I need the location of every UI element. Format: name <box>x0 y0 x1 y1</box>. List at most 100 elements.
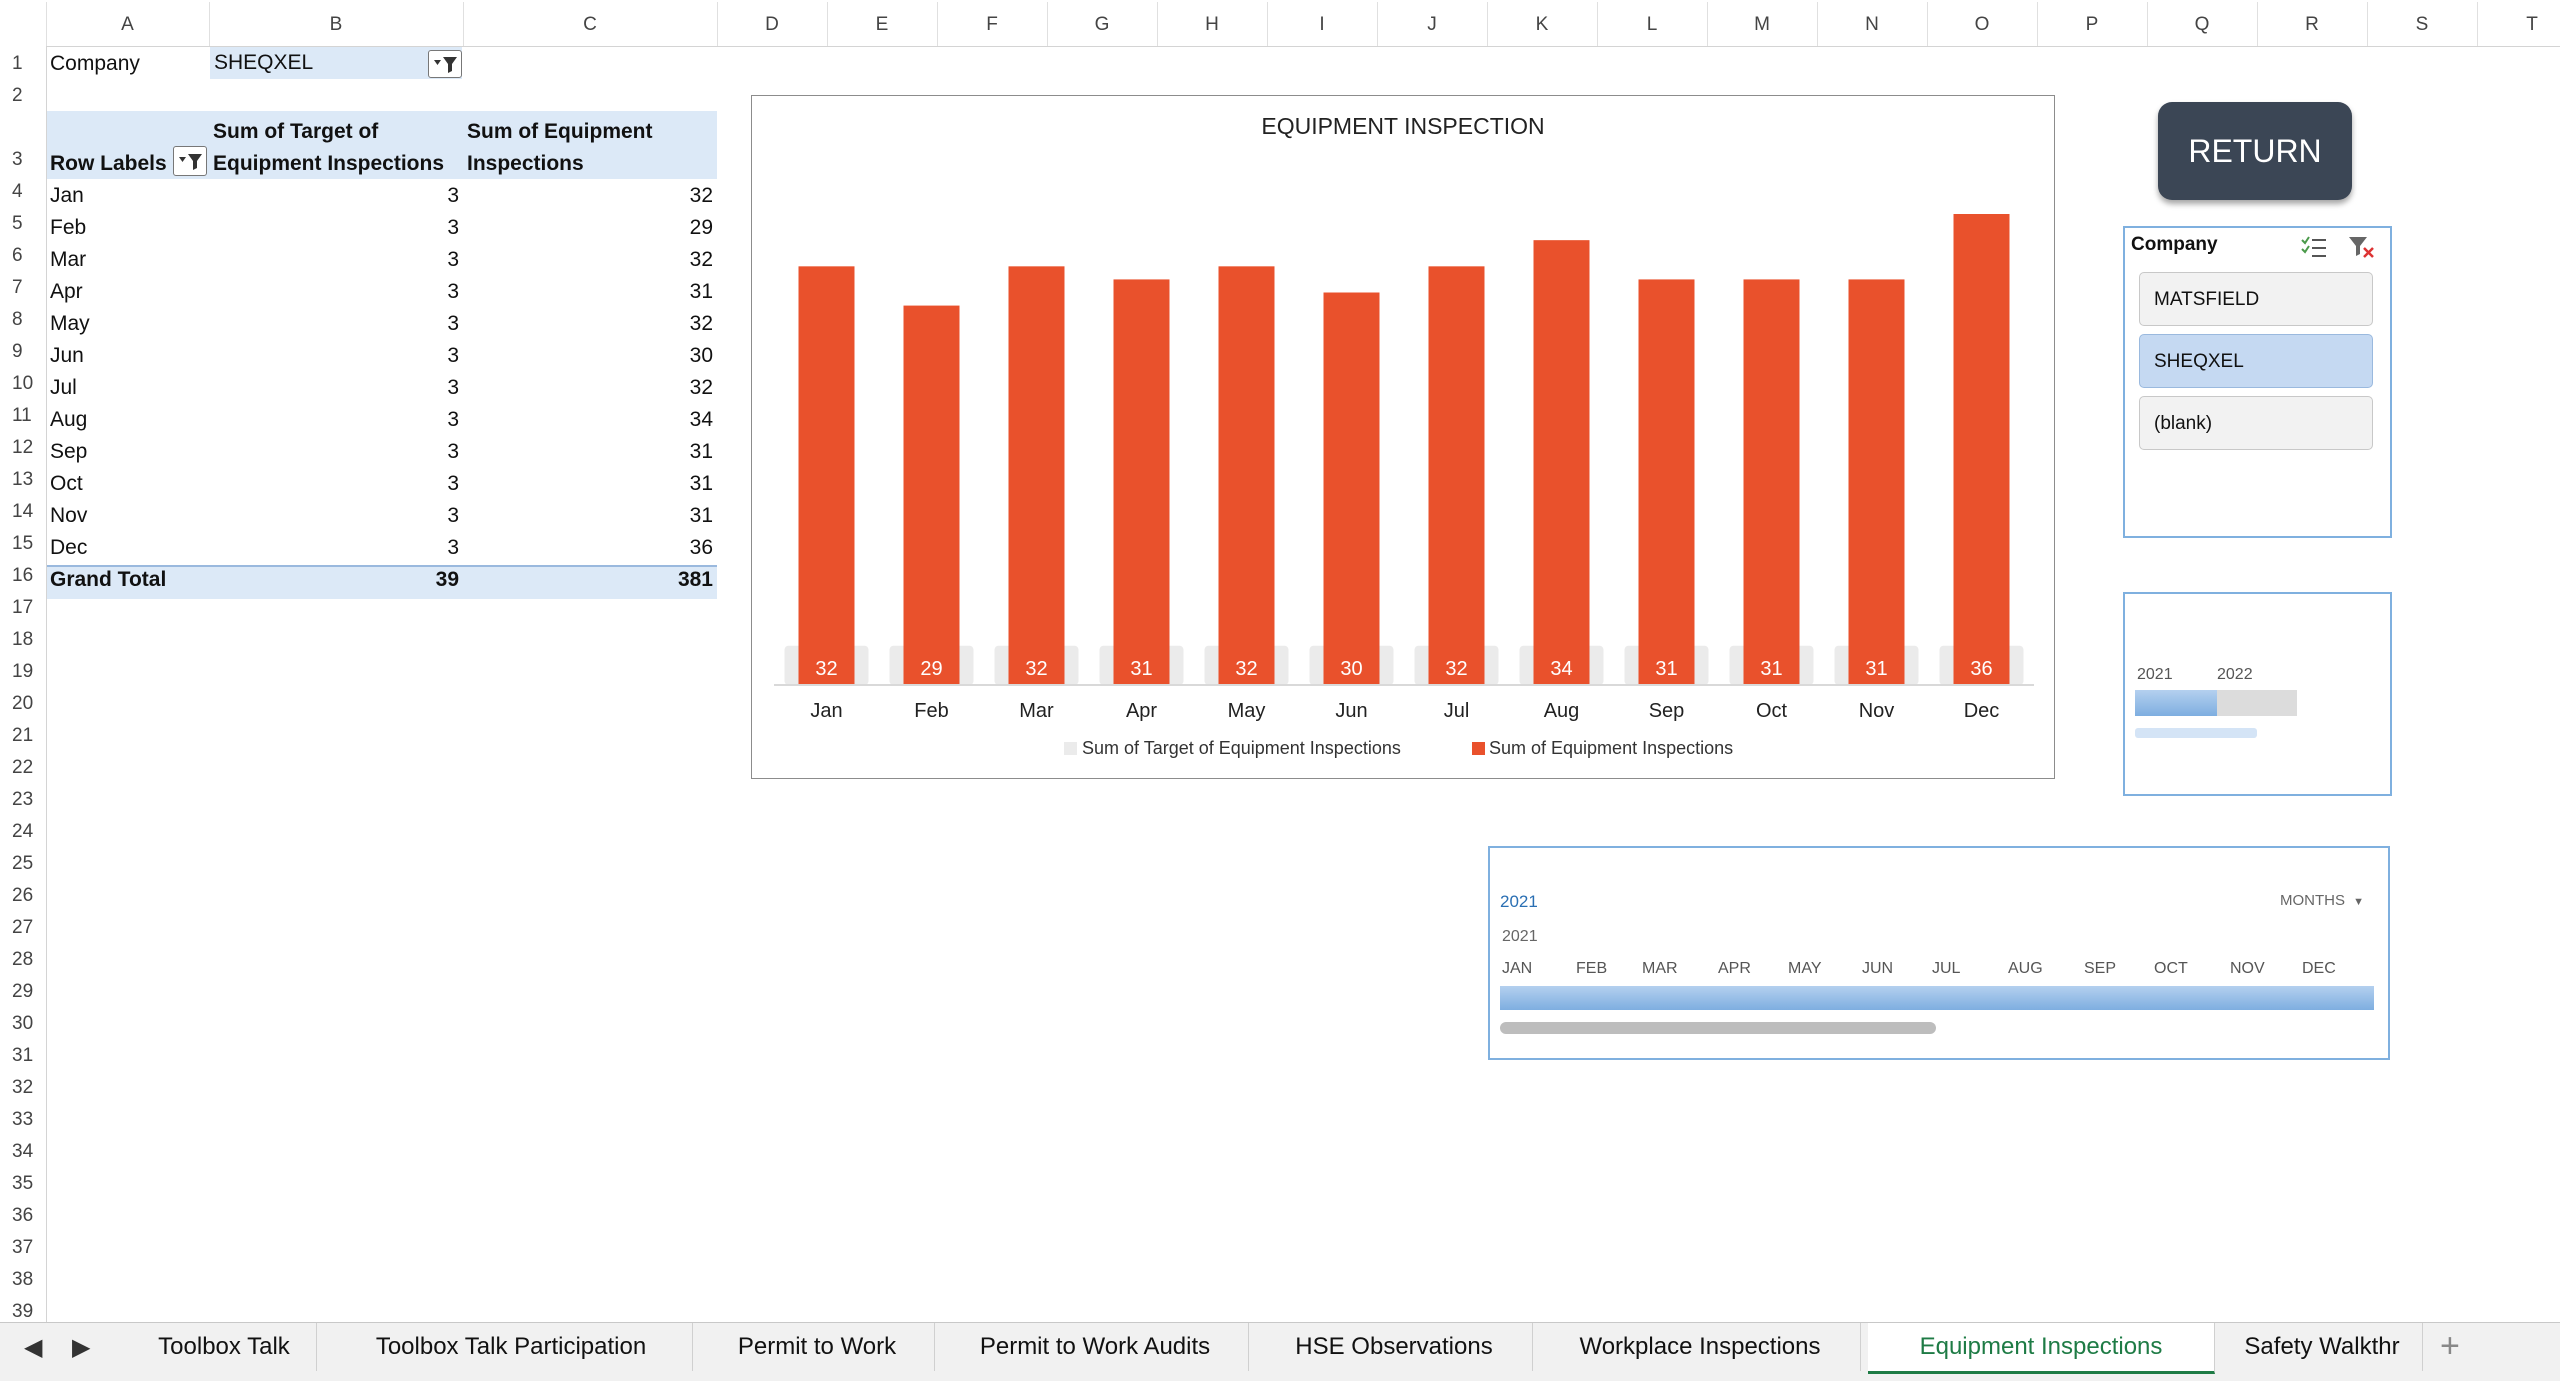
row-header[interactable]: 33 <box>0 1109 56 1131</box>
pivot-target[interactable]: 3 <box>209 280 459 304</box>
filter-value-cell[interactable]: SHEQXEL <box>210 47 462 79</box>
pivot-target[interactable]: 3 <box>209 312 459 336</box>
year-label-2021[interactable]: 2021 <box>2137 666 2173 684</box>
months-timeline[interactable]: 2021 MONTHS ▼ 2021 JAN FEB MAR APR MAY J… <box>1488 846 2390 1060</box>
pivot-target[interactable]: 3 <box>209 440 459 464</box>
year-label-2022[interactable]: 2022 <box>2217 666 2253 684</box>
row-header[interactable]: 32 <box>0 1077 56 1099</box>
row-header[interactable]: 22 <box>0 757 56 779</box>
pivot-month[interactable]: Apr <box>50 280 83 304</box>
select-all-corner[interactable] <box>0 2 47 46</box>
pivot-actual[interactable]: 32 <box>463 312 713 336</box>
timeline-scrollbar[interactable] <box>1500 1022 1936 1034</box>
row-header[interactable]: 34 <box>0 1141 56 1163</box>
tab-hse-observations[interactable]: HSE Observations <box>1256 1323 1533 1371</box>
row-header[interactable]: 18 <box>0 629 56 651</box>
pivot-actual[interactable]: 31 <box>463 504 713 528</box>
col-header-q[interactable]: Q <box>2147 2 2258 46</box>
row-header[interactable]: 6 <box>0 245 56 267</box>
slicer-item-sheqxel[interactable]: SHEQXEL <box>2139 334 2373 388</box>
timeline-month-label[interactable]: DEC <box>2302 960 2336 978</box>
tab-scroll-left-icon[interactable]: ◀ <box>24 1333 42 1362</box>
timeline-month-label[interactable]: AUG <box>2008 960 2043 978</box>
col-header-k[interactable]: K <box>1487 2 1598 46</box>
row-header[interactable]: 29 <box>0 981 56 1003</box>
actual-bar[interactable] <box>1323 292 1380 686</box>
row-header[interactable]: 30 <box>0 1013 56 1035</box>
row-labels-filter-icon[interactable] <box>173 146 207 176</box>
row-header[interactable]: 8 <box>0 309 56 331</box>
actual-bar[interactable] <box>1113 279 1170 685</box>
pivot-month[interactable]: Oct <box>50 472 83 496</box>
row-header[interactable]: 19 <box>0 661 56 683</box>
col-header-n[interactable]: N <box>1817 2 1928 46</box>
timeline-month-label[interactable]: OCT <box>2154 960 2188 978</box>
pivot-target[interactable]: 3 <box>209 376 459 400</box>
tab-workplace-inspections[interactable]: Workplace Inspections <box>1540 1323 1861 1371</box>
pivot-target[interactable]: 3 <box>209 248 459 272</box>
col-header-r[interactable]: R <box>2257 2 2368 46</box>
company-slicer[interactable]: Company MATSFIELD SHEQXEL (blank) <box>2123 226 2392 538</box>
col-header-e[interactable]: E <box>827 2 938 46</box>
col-header-a[interactable]: A <box>46 2 210 46</box>
row-header[interactable]: 28 <box>0 949 56 971</box>
actual-bar[interactable] <box>1953 214 2010 685</box>
col-header-g[interactable]: G <box>1047 2 1158 46</box>
col-header-h[interactable]: H <box>1157 2 1268 46</box>
pivot-actual[interactable]: 36 <box>463 536 713 560</box>
actual-bar[interactable] <box>798 266 855 685</box>
tab-scroll-right-icon[interactable]: ▶ <box>72 1333 90 1362</box>
timeline-month-label[interactable]: MAY <box>1788 960 1821 978</box>
row-header[interactable]: 14 <box>0 501 56 523</box>
timeline-level-dropdown[interactable]: MONTHS ▼ <box>2280 892 2364 909</box>
pivot-month[interactable]: Jul <box>50 376 77 400</box>
row-header[interactable]: 10 <box>0 373 56 395</box>
year-scrollbar[interactable] <box>2135 728 2257 738</box>
row-header[interactable]: 39 <box>0 1301 56 1323</box>
slicer-item-blank[interactable]: (blank) <box>2139 396 2373 450</box>
pivot-target[interactable]: 3 <box>209 472 459 496</box>
col-header-m[interactable]: M <box>1707 2 1818 46</box>
row-header[interactable]: 4 <box>0 181 56 203</box>
row-header[interactable]: 13 <box>0 469 56 491</box>
row-header[interactable]: 25 <box>0 853 56 875</box>
row-labels-header[interactable]: Row Labels <box>50 152 167 176</box>
year-timeline[interactable]: 2021 2022 <box>2123 592 2392 796</box>
row-header[interactable]: 35 <box>0 1173 56 1195</box>
tab-toolbox-talk[interactable]: Toolbox Talk <box>132 1323 317 1371</box>
year-bar-2021-selected[interactable] <box>2135 690 2217 716</box>
row-header[interactable]: 21 <box>0 725 56 747</box>
col-header-f[interactable]: F <box>937 2 1048 46</box>
timeline-month-label[interactable]: JAN <box>1502 960 1532 978</box>
pivot-month[interactable]: Nov <box>50 504 87 528</box>
actual-bar[interactable] <box>1638 279 1695 685</box>
pivot-actual[interactable]: 31 <box>463 280 713 304</box>
actual-bar[interactable] <box>1743 279 1800 685</box>
grand-total-target[interactable]: 39 <box>209 568 459 592</box>
timeline-month-label[interactable]: SEP <box>2084 960 2116 978</box>
pivot-actual[interactable]: 32 <box>463 184 713 208</box>
timeline-month-label[interactable]: JUN <box>1862 960 1893 978</box>
col-header-t[interactable]: T <box>2477 2 2560 46</box>
row-header[interactable]: 12 <box>0 437 56 459</box>
pivot-target[interactable]: 3 <box>209 536 459 560</box>
timeline-selected-range[interactable] <box>1500 986 2374 1010</box>
row-header[interactable]: 1 <box>0 53 56 75</box>
row-header[interactable]: 27 <box>0 917 56 939</box>
col-header-c[interactable]: C <box>463 2 718 46</box>
col-header-s[interactable]: S <box>2367 2 2478 46</box>
row-header[interactable]: 5 <box>0 213 56 235</box>
row-header[interactable]: 7 <box>0 277 56 299</box>
grand-total-label[interactable]: Grand Total <box>50 568 166 592</box>
row-header[interactable]: 38 <box>0 1269 56 1291</box>
row-header[interactable]: 11 <box>0 405 56 427</box>
filter-label[interactable]: Company <box>50 52 140 76</box>
row-header[interactable]: 31 <box>0 1045 56 1067</box>
pivot-month[interactable]: Jun <box>50 344 84 368</box>
year-bar-2022[interactable] <box>2217 690 2297 716</box>
actual-bar[interactable] <box>1218 266 1275 685</box>
clear-filter-icon[interactable] <box>2347 234 2377 260</box>
col-header-l[interactable]: L <box>1597 2 1708 46</box>
col-header-b[interactable]: B <box>209 2 464 46</box>
pivot-actual[interactable]: 32 <box>463 376 713 400</box>
